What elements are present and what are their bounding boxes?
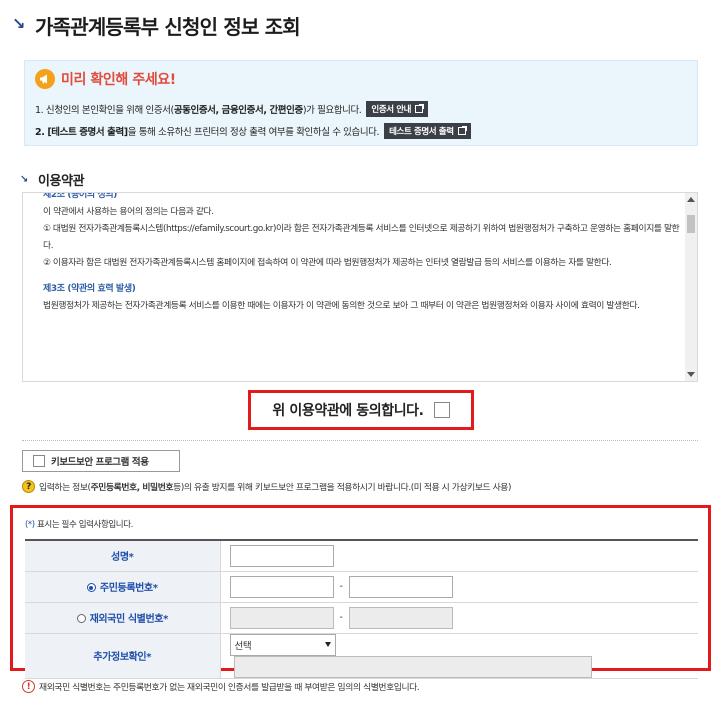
agree-terms-checkbox[interactable] xyxy=(433,402,450,418)
terms-section-title-text: 이용약관 xyxy=(37,174,85,189)
required-star: * xyxy=(152,583,158,594)
scroll-down-icon[interactable] xyxy=(687,372,695,377)
resident-label-text: 주민등록번호 xyxy=(99,583,153,594)
article-2-title: 제2조 (용어의 정의) xyxy=(43,192,117,200)
notice-box: 미리 확인해 주세요! 1. 신청인의 본인확인을 위해 인증서(공동인증서, … xyxy=(24,60,698,146)
external-link-icon xyxy=(415,104,425,113)
keyboard-help-prefix: 입력하는 정보( xyxy=(39,483,91,493)
keyboard-security-button[interactable]: 키보드보안 프로그램 적용 xyxy=(22,450,180,472)
agree-terms-box: 위 이용약관에 동의합니다. xyxy=(248,390,474,430)
article-3-body: 법원행정처가 제공하는 전자가족관계등록 서비스를 이용한 때에는 이용자가 이… xyxy=(43,301,640,311)
dash: - xyxy=(339,612,343,623)
resident-row: 주민등록번호* - xyxy=(25,571,698,603)
external-link-icon xyxy=(457,126,467,135)
resident-value-cell: - xyxy=(220,571,698,603)
question-icon: ? xyxy=(22,480,35,493)
test-print-button[interactable]: 테스트 증명서 출력 xyxy=(384,123,471,139)
name-value-cell xyxy=(220,540,698,572)
notice-line-2: 2. [테스트 증명서 출력] 을 통해 소유하신 프린터의 정상 출력 여부를 … xyxy=(35,123,471,139)
title-mark-icon: ↘ xyxy=(12,13,26,33)
foreigner-row: 재외국민 식별번호* - xyxy=(25,602,698,634)
megaphone-icon xyxy=(35,69,55,89)
keyboard-security-checkbox[interactable] xyxy=(33,455,45,467)
additional-label: 추가정보확인* xyxy=(25,633,221,679)
notice-header: 미리 확인해 주세요! xyxy=(35,69,176,89)
resident-label[interactable]: 주민등록번호* xyxy=(25,571,221,603)
terms-content: 제2조 (용어의 정의) 이 약관에서 사용하는 용어의 정의는 다음과 같다.… xyxy=(43,193,683,315)
certificate-guide-button[interactable]: 인증서 안내 xyxy=(366,101,429,117)
notice-line-1-prefix: 1. 신청인의 본인확인을 위해 인증서( xyxy=(35,105,174,116)
notice-line-1: 1. 신청인의 본인확인을 위해 인증서(공동인증서, 금융인증서, 간편인증)… xyxy=(35,101,429,117)
article-2-intro: 이 약관에서 사용하는 용어의 정의는 다음과 같다. xyxy=(43,207,214,217)
applicant-form-box: (*) 표시는 필수 입력사항입니다. 성명* 주민등록번호* - 재외국민 식… xyxy=(10,505,711,679)
notice-line-2-suffix: 을 통해 소유하신 프린터의 정상 출력 여부를 확인하실 수 있습니다. xyxy=(127,127,380,138)
required-note-text: 표시는 필수 입력사항입니다. xyxy=(34,520,133,530)
footer-note-text: 재외국민 식별번호는 주민등록번호가 없는 재외국민이 인증서를 발급받을 때 … xyxy=(39,683,420,693)
terms-section-title: ↘ 이용약관 xyxy=(20,170,85,189)
foreigner-value-cell: - xyxy=(220,602,698,634)
notice-line-2-bold: 2. [테스트 증명서 출력] xyxy=(35,127,128,138)
scroll-thumb[interactable] xyxy=(687,215,695,233)
additional-info-select-value: 선택 xyxy=(234,640,252,652)
foreigner-radio[interactable] xyxy=(76,614,86,623)
additional-info-select[interactable]: 선택 xyxy=(229,633,336,656)
keyboard-help-text: ? 입력하는 정보(주민등록번호, 비밀번호 등)의 유출 방지를 위해 키보드… xyxy=(22,480,511,493)
agree-terms-label[interactable]: 위 이용약관에 동의합니다. xyxy=(272,400,424,420)
exclamation-icon: ! xyxy=(22,680,35,693)
article-2-item-1: ① 대법원 전자가족관계등록시스템(https://efamily.scourt… xyxy=(43,224,680,251)
name-row: 성명* xyxy=(25,540,698,572)
applicant-form-table: 성명* 주민등록번호* - 재외국민 식별번호* - 추가정보확인* 선택 xyxy=(25,539,698,679)
terms-scroll-box[interactable]: 제2조 (용어의 정의) 이 약관에서 사용하는 용어의 정의는 다음과 같다.… xyxy=(22,192,698,382)
resident-radio[interactable] xyxy=(86,583,96,592)
additional-row: 추가정보확인* 선택 xyxy=(25,633,698,679)
foreigner-label-text: 재외국민 식별번호 xyxy=(89,614,164,625)
resident-number-front-input[interactable] xyxy=(229,575,334,598)
test-print-label: 테스트 증명서 출력 xyxy=(389,127,454,137)
additional-info-input[interactable] xyxy=(233,655,592,678)
notice-line-1-bold: 공동인증서, 금융인증서, 간편인증 xyxy=(173,105,303,116)
required-star: * xyxy=(146,652,152,663)
required-star: * xyxy=(128,552,134,564)
foreigner-id-front-input[interactable] xyxy=(229,606,334,629)
page-title: ↘ 가족관계등록부 신청인 정보 조회 xyxy=(12,10,301,40)
required-note: (*) 표시는 필수 입력사항입니다. xyxy=(25,518,133,530)
keyboard-help-suffix: 등)의 유출 방지를 위해 키보드보안 프로그램을 적용하시기 바랍니다.(미 … xyxy=(173,483,512,493)
additional-value-cell: 선택 xyxy=(220,633,698,679)
keyboard-help-bold: 주민등록번호, 비밀번호 xyxy=(90,483,174,493)
page-title-text: 가족관계등록부 신청인 정보 조회 xyxy=(35,14,301,39)
section-divider xyxy=(22,440,698,441)
keyboard-security-label: 키보드보안 프로그램 적용 xyxy=(51,457,149,468)
name-label-text: 성명 xyxy=(111,552,129,564)
dash: - xyxy=(339,581,343,592)
resident-number-back-input[interactable] xyxy=(348,575,453,598)
required-note-star: (*) xyxy=(25,520,35,530)
footer-note: ! 재외국민 식별번호는 주민등록번호가 없는 재외국민이 인증서를 발급받을 … xyxy=(22,680,420,693)
scroll-up-icon[interactable] xyxy=(687,197,695,202)
foreigner-id-back-input[interactable] xyxy=(348,606,453,629)
foreigner-label[interactable]: 재외국민 식별번호* xyxy=(25,602,221,634)
certificate-guide-label: 인증서 안내 xyxy=(371,105,412,115)
notice-line-1-suffix: )가 필요합니다. xyxy=(302,105,362,116)
name-input[interactable] xyxy=(229,544,334,567)
notice-title: 미리 확인해 주세요! xyxy=(61,72,176,88)
article-2-item-2: ② 이용자라 함은 대법원 전자가족관계등록시스템 홈페이지에 접속하여 이 약… xyxy=(43,258,612,268)
required-star: * xyxy=(163,614,168,625)
dropdown-arrow-icon xyxy=(324,642,331,647)
section-mark-icon: ↘ xyxy=(20,174,28,185)
name-label: 성명* xyxy=(25,540,221,572)
terms-scrollbar[interactable] xyxy=(685,193,697,381)
additional-label-text: 추가정보확인 xyxy=(93,652,147,663)
article-3-title: 제3조 (약관의 효력 발생) xyxy=(43,284,136,294)
